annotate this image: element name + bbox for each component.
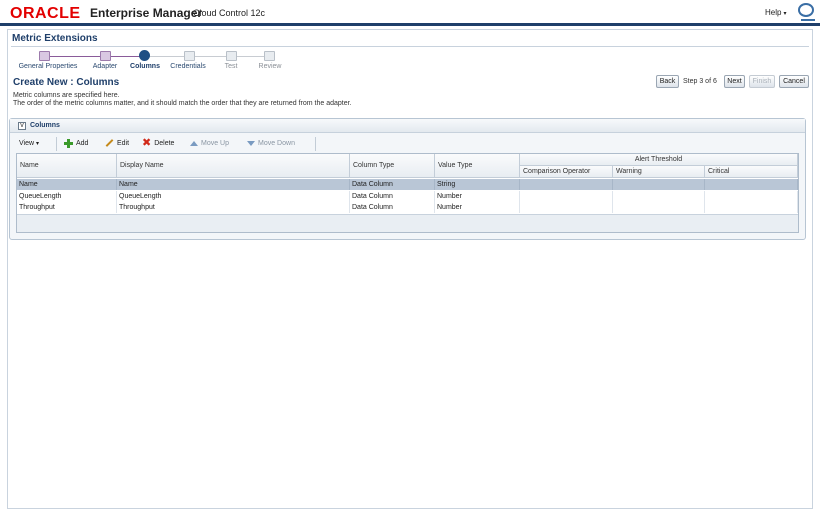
train-connector: [45, 56, 131, 57]
cell-display-name: QueueLength: [117, 191, 350, 202]
edit-label: Edit: [117, 140, 130, 147]
cell-value-type: Number: [435, 202, 520, 213]
cell-comparison-operator: [520, 179, 613, 190]
help-menu[interactable]: Help ▾: [765, 8, 786, 17]
view-menu[interactable]: View ▾: [19, 138, 39, 150]
train-step-adapter[interactable]: [100, 51, 111, 61]
col-header-comparison-operator[interactable]: Comparison Operator: [520, 166, 613, 178]
cell-column-type: Data Column: [350, 202, 435, 213]
cell-value-type: Number: [435, 191, 520, 202]
train-connector: [145, 56, 272, 57]
region-header: v Columns: [10, 119, 805, 133]
train-step-review: [264, 51, 275, 61]
table-toolbar: View ▾ Add Edit ✖ Delete Move Up Move Down: [16, 136, 316, 152]
col-header-warning[interactable]: Warning: [613, 166, 705, 178]
train-step-label: Columns: [130, 63, 160, 70]
move-down-button[interactable]: Move Down: [247, 138, 295, 150]
delete-label: Delete: [154, 140, 175, 147]
col-header-alert-threshold: Alert Threshold: [520, 154, 798, 166]
train-step-label: Test: [224, 63, 238, 70]
cell-display-name: Name: [117, 179, 350, 190]
col-header-column-type[interactable]: Column Type: [350, 154, 435, 178]
pencil-icon: [105, 139, 114, 148]
chevron-down-icon: ▾: [36, 141, 40, 147]
train-step-columns: [139, 50, 150, 61]
columns-region: v Columns View ▾ Add Edit ✖ Delete Move Up…: [9, 118, 806, 240]
cell-comparison-operator: [520, 202, 613, 213]
train-step-label: Credentials: [170, 63, 206, 70]
move-down-label: Move Down: [258, 140, 295, 147]
train-step-label[interactable]: Adapter: [93, 63, 118, 70]
cell-name: QueueLength: [17, 191, 117, 202]
description-line: Metric columns are specified here.: [13, 92, 120, 99]
region-title: Columns: [30, 122, 60, 129]
oracle-o-icon: [798, 3, 814, 17]
product-title: Enterprise Manager: [90, 6, 203, 20]
train-step-label[interactable]: General Properties: [19, 63, 78, 70]
chevron-down-icon: ▾: [783, 11, 787, 17]
move-up-button[interactable]: Move Up: [190, 138, 229, 150]
col-header-display-name[interactable]: Display Name: [117, 154, 350, 178]
cell-critical: [705, 179, 798, 190]
finish-button[interactable]: Finish: [749, 75, 775, 88]
edit-button[interactable]: Edit: [105, 138, 129, 150]
section-title: Create New : Columns: [13, 77, 120, 88]
toolbar-divider: [315, 137, 316, 151]
col-header-value-type[interactable]: Value Type: [435, 154, 520, 178]
col-header-critical[interactable]: Critical: [705, 166, 798, 178]
divider: [11, 46, 809, 47]
add-button[interactable]: Add: [64, 138, 88, 150]
help-label: Help: [765, 8, 782, 17]
train-step-general-properties[interactable]: [39, 51, 50, 61]
app-header: ORACLE Enterprise Manager Cloud Control …: [0, 0, 820, 26]
cell-comparison-operator: [520, 191, 613, 202]
page-title: Metric Extensions: [12, 33, 98, 44]
next-button[interactable]: Next: [724, 75, 745, 88]
collapse-icon[interactable]: v: [18, 122, 26, 130]
cell-column-type: Data Column: [350, 179, 435, 190]
delete-button[interactable]: ✖ Delete: [142, 138, 174, 150]
arrow-down-icon: [247, 140, 255, 146]
cell-value-type: String: [435, 179, 520, 190]
cell-warning: [613, 179, 705, 190]
wizard-train: General Properties Adapter Columns Crede…: [8, 48, 308, 74]
table-row[interactable]: QueueLength QueueLength Data Column Numb…: [17, 191, 798, 202]
view-label: View: [19, 140, 35, 147]
delete-x-icon: ✖: [142, 137, 152, 150]
table-row[interactable]: Name Name Data Column String: [17, 179, 798, 190]
step-indicator: Step 3 of 6: [683, 78, 717, 85]
cell-name: Name: [17, 179, 117, 190]
cell-name: Throughput: [17, 202, 117, 213]
col-header-name[interactable]: Name: [17, 154, 117, 178]
product-subtitle: Cloud Control 12c: [193, 8, 266, 18]
cancel-button[interactable]: Cancel: [779, 75, 809, 88]
table-row[interactable]: Throughput Throughput Data Column Number: [17, 202, 798, 213]
cell-display-name: Throughput: [117, 202, 350, 213]
train-step-credentials: [184, 51, 195, 61]
cell-column-type: Data Column: [350, 191, 435, 202]
table-empty-area: [17, 214, 798, 232]
oracle-logo: ORACLE: [10, 5, 81, 22]
arrow-up-icon: [190, 140, 198, 146]
train-step-test: [226, 51, 237, 61]
page-content: Metric Extensions General Properties Ada…: [7, 29, 813, 509]
cell-critical: [705, 191, 798, 202]
cell-warning: [613, 202, 705, 213]
cell-warning: [613, 191, 705, 202]
train-step-label: Review: [258, 63, 282, 70]
columns-table: Name Display Name Column Type Value Type…: [16, 153, 799, 233]
add-label: Add: [76, 140, 89, 147]
plus-icon: [64, 138, 73, 148]
move-up-label: Move Up: [201, 140, 230, 147]
back-button[interactable]: Back: [656, 75, 679, 88]
description-line: The order of the metric columns matter, …: [13, 100, 352, 107]
toolbar-divider: [56, 137, 57, 151]
cell-critical: [705, 202, 798, 213]
